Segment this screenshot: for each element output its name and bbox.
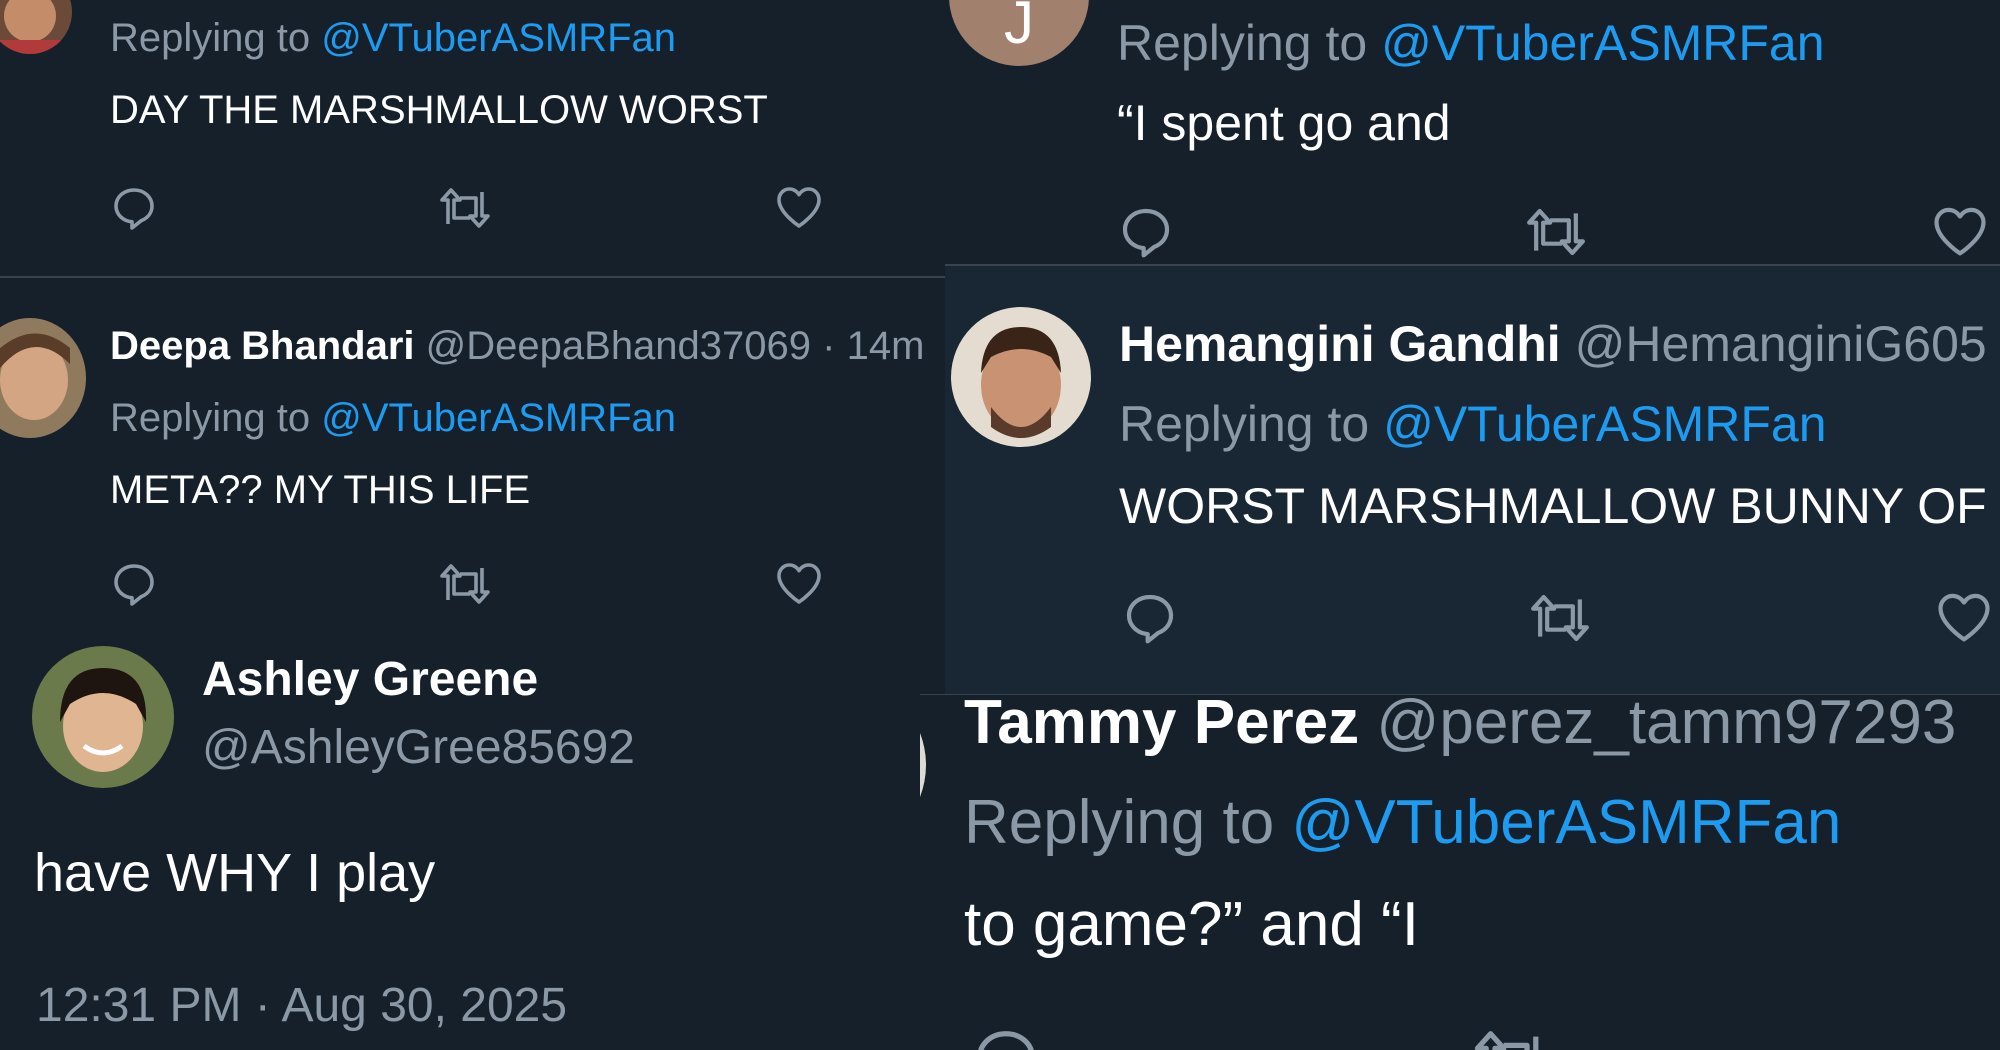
- reply-card-5: Hemangini Gandhi @HemanginiG605 Replying…: [945, 265, 2000, 695]
- reply-text: have WHY I play: [34, 843, 436, 903]
- author-name[interactable]: Ashley Greene: [202, 652, 538, 707]
- author-handle[interactable]: @AshleyGree85692: [202, 720, 635, 775]
- reply-text: to game?” and “I: [964, 890, 1419, 959]
- replying-to: Replying to @VTuberASMRFan: [1117, 14, 1825, 72]
- divider: [945, 264, 2000, 266]
- reply-icon[interactable]: [970, 1025, 1042, 1050]
- author-name[interactable]: Deepa Bhandari: [110, 324, 415, 368]
- timestamp[interactable]: 12:31 PM · Aug 30, 2025: [36, 978, 567, 1033]
- replying-handle-link[interactable]: @VTuberASMRFan: [1291, 788, 1841, 857]
- avatar[interactable]: [951, 307, 1091, 447]
- reply-card-2: Deepa Bhandari @DeepaBhand37069 · 14m Re…: [0, 278, 945, 646]
- retweet-icon[interactable]: [438, 184, 492, 232]
- reply-icon[interactable]: [1121, 590, 1179, 646]
- reply-card-3: Ashley Greene @AshleyGree85692 have WHY …: [0, 630, 945, 1050]
- author-handle[interactable]: @perez_tamm97293: [1376, 695, 1956, 757]
- replying-prefix: Replying to: [1119, 396, 1370, 452]
- reply-text: WORST MARSHMALLOW BUNNY OF: [1119, 478, 1987, 534]
- retweet-icon[interactable]: [1470, 1025, 1552, 1050]
- reply-text: DAY THE MARSHMALLOW WORST: [110, 88, 768, 132]
- reply-icon[interactable]: [110, 560, 158, 608]
- replying-handle-link[interactable]: @VTuberASMRFan: [321, 396, 676, 440]
- author-name[interactable]: Hemangini Gandhi: [1119, 316, 1561, 372]
- replying-to: Replying to @VTuberASMRFan: [110, 396, 676, 441]
- reply-card-1: Replying to @VTuberASMRFan DAY THE MARSH…: [0, 0, 945, 278]
- replying-prefix: Replying to: [110, 396, 311, 440]
- author-handle-time[interactable]: @DeepaBhand37069 · 14m: [426, 324, 925, 368]
- replying-prefix: Replying to: [964, 788, 1275, 857]
- reply-icon[interactable]: [110, 184, 158, 232]
- reply-icon[interactable]: [1117, 204, 1175, 260]
- avatar[interactable]: [920, 695, 926, 853]
- reply-card-6: Tammy Perez @perez_tamm97293 Replying to…: [920, 695, 2000, 1050]
- replying-to: Replying to @VTuberASMRFan: [964, 787, 1841, 858]
- like-icon[interactable]: [1931, 204, 1989, 258]
- avatar[interactable]: J: [949, 0, 1089, 66]
- avatar[interactable]: [0, 0, 72, 54]
- author-name[interactable]: Tammy Perez: [964, 695, 1359, 757]
- avatar[interactable]: [32, 646, 174, 788]
- like-icon[interactable]: [1935, 590, 1993, 644]
- author-line: Deepa Bhandari @DeepaBhand37069 · 14m: [110, 324, 924, 369]
- replying-to: Replying to @VTuberASMRFan: [1119, 395, 1827, 453]
- replying-handle-link[interactable]: @VTuberASMRFan: [1381, 15, 1824, 71]
- retweet-icon[interactable]: [1527, 590, 1593, 646]
- replying-handle-link[interactable]: @VTuberASMRFan: [1383, 396, 1826, 452]
- replying-prefix: Replying to: [110, 16, 311, 60]
- replying-to: Replying to @VTuberASMRFan: [110, 16, 676, 61]
- author-line: Tammy Perez @perez_tamm97293: [964, 695, 1956, 758]
- avatar-letter: J: [1004, 0, 1034, 56]
- retweet-icon[interactable]: [1523, 204, 1589, 260]
- like-icon[interactable]: [775, 560, 823, 606]
- reply-text: META?? MY THIS LIFE: [110, 468, 531, 512]
- author-line: Hemangini Gandhi @HemanginiG605: [1119, 315, 1987, 373]
- avatar[interactable]: [0, 318, 86, 438]
- replying-prefix: Replying to: [1117, 15, 1368, 71]
- reply-card-4: J Replying to @VTuberASMRFan “I spent go…: [945, 0, 2000, 265]
- reply-text: “I spent go and: [1117, 95, 1451, 151]
- like-icon[interactable]: [775, 184, 823, 230]
- retweet-icon[interactable]: [438, 560, 492, 608]
- author-handle[interactable]: @HemanginiG605: [1575, 316, 1987, 372]
- replying-handle-link[interactable]: @VTuberASMRFan: [321, 16, 676, 60]
